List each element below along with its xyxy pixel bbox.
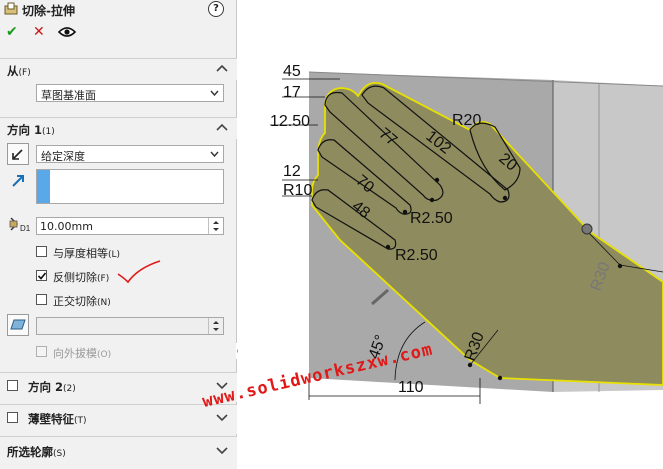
direction-selection-box[interactable] xyxy=(36,169,224,204)
direction1-label: 方向 1 xyxy=(7,123,43,137)
dim-r2-50-a: R2.50 xyxy=(410,210,453,227)
direction2-label: 方向 2 xyxy=(28,380,64,394)
feature-title: 切除-拉伸 xyxy=(22,4,75,18)
from-condition-value: 草图基准面 xyxy=(41,89,96,102)
title-bar: 切除-拉伸 ? xyxy=(0,0,237,20)
direction2-checkbox[interactable] xyxy=(7,380,18,391)
spinner-arrows-icon xyxy=(213,221,219,231)
direction1-group-header[interactable]: 方向 1(1) xyxy=(0,117,237,139)
equal-thickness-checkbox[interactable] xyxy=(36,246,47,257)
draft-angle-spinner[interactable] xyxy=(208,318,223,334)
drag-handle-icon[interactable] xyxy=(581,223,593,235)
depth-value: 10.00mm xyxy=(40,220,93,233)
preview-eye-icon[interactable] xyxy=(58,26,76,38)
reverse-direction-button[interactable] xyxy=(7,143,29,165)
dim-110: 110 xyxy=(398,379,424,396)
cancel-button[interactable]: ✕ xyxy=(33,24,45,40)
from-group-shortcut: (F) xyxy=(18,68,31,78)
direction1-condition-select[interactable]: 给定深度 xyxy=(36,145,224,163)
reverse-direction-icon xyxy=(12,149,23,160)
graphics-viewport[interactable]: 45 17 12.50 12 R10 77 102 70 48 R2.50 R2… xyxy=(238,0,663,469)
action-row: ✔ ✕ xyxy=(0,24,237,44)
selected-contours-label: 所选轮廓 xyxy=(7,445,53,459)
from-group-header[interactable]: 从(F) xyxy=(0,58,237,80)
cut-normal-label: 正交切除 xyxy=(53,295,97,308)
depth-input[interactable]: 10.00mm xyxy=(36,217,224,235)
thin-feature-checkbox[interactable] xyxy=(7,412,18,423)
draft-outward-label: 向外拔模 xyxy=(53,347,97,360)
chevron-down-icon[interactable] xyxy=(216,414,228,422)
check-icon xyxy=(37,272,47,280)
direction1-condition-value: 给定深度 xyxy=(41,150,85,163)
chevron-down-icon xyxy=(210,90,219,96)
flip-side-shortcut: (F) xyxy=(97,274,110,284)
dim-r20: R20 xyxy=(452,112,481,129)
thin-feature-group-header[interactable]: 薄壁特征(T) xyxy=(0,404,237,434)
dim-r2-50-b: R2.50 xyxy=(395,247,438,264)
direction1-shortcut: (1) xyxy=(42,127,55,137)
draft-icon xyxy=(10,319,26,330)
dim-45: 45 xyxy=(283,63,301,80)
chevron-up-icon[interactable] xyxy=(216,64,228,72)
selected-contours-group-header[interactable]: 所选轮廓(S) xyxy=(0,436,237,469)
draft-outward-shortcut: (O) xyxy=(97,350,112,360)
dim-12-50: 12.50 xyxy=(270,113,310,130)
chevron-down-icon[interactable] xyxy=(216,447,228,455)
draft-button[interactable] xyxy=(7,314,29,336)
spinner-arrows-icon xyxy=(213,321,219,331)
ok-button[interactable]: ✔ xyxy=(6,24,18,40)
chevron-down-icon xyxy=(210,151,219,157)
dim-12: 12 xyxy=(283,163,301,180)
direction2-shortcut: (2) xyxy=(63,384,76,394)
cut-normal-checkbox[interactable] xyxy=(36,294,47,305)
thin-feature-shortcut: (T) xyxy=(74,416,87,426)
equal-thickness-label: 与厚度相等 xyxy=(53,247,108,260)
draft-outward-checkbox xyxy=(36,346,47,357)
extruded-cut-icon xyxy=(4,2,18,15)
svg-text:D1: D1 xyxy=(20,224,31,233)
flip-side-checkbox[interactable] xyxy=(36,270,47,281)
direction-vector-icon xyxy=(12,175,24,187)
from-condition-select[interactable]: 草图基准面 xyxy=(36,84,224,102)
help-button[interactable]: ? xyxy=(208,1,224,17)
dim-r10: R10 xyxy=(283,182,312,199)
from-group-label: 从 xyxy=(7,64,19,78)
selected-contours-shortcut: (S) xyxy=(53,449,66,459)
draft-angle-input[interactable] xyxy=(36,317,224,335)
dim-17: 17 xyxy=(283,84,301,101)
depth-icon: D1 xyxy=(9,217,31,233)
red-checkmark-annotation-icon xyxy=(117,260,161,284)
flip-side-label: 反侧切除 xyxy=(53,271,97,284)
thin-feature-label: 薄壁特征 xyxy=(28,412,74,426)
cut-normal-shortcut: (N) xyxy=(97,298,111,308)
chevron-up-icon[interactable] xyxy=(216,123,228,131)
depth-spinner[interactable] xyxy=(208,218,223,234)
selection-focus-bar xyxy=(37,170,50,203)
